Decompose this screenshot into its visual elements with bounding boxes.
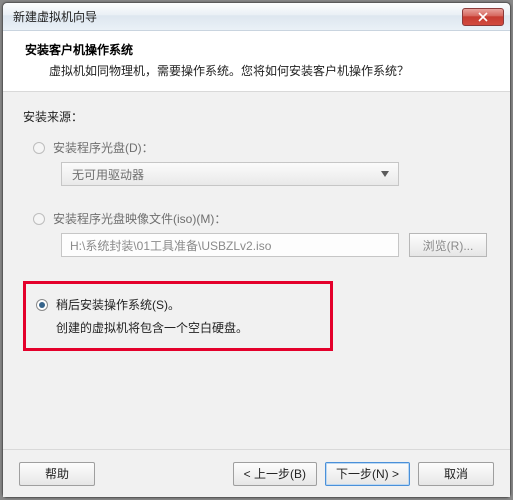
chevron-down-icon (381, 171, 389, 177)
option-later-note: 创建的虚拟机将包含一个空白硬盘。 (56, 319, 312, 336)
close-button[interactable] (462, 8, 504, 26)
browse-button[interactable]: 浏览(R)... (409, 233, 487, 257)
option-disc-label: 安装程序光盘(D)： (53, 139, 154, 156)
back-button[interactable]: < 上一步(B) (233, 462, 317, 486)
highlight-box: 稍后安装操作系统(S)。 创建的虚拟机将包含一个空白硬盘。 (23, 281, 333, 351)
option-iso[interactable]: 安装程序光盘映像文件(iso)(M)： (33, 210, 490, 227)
header-title: 安装客户机操作系统 (25, 41, 492, 58)
cancel-button[interactable]: 取消 (418, 462, 494, 486)
option-iso-label: 安装程序光盘映像文件(iso)(M)： (53, 210, 226, 227)
disc-drive-combo[interactable]: 无可用驱动器 (61, 162, 399, 186)
wizard-content: 安装来源： 安装程序光盘(D)： 无可用驱动器 安装程序光盘映像文件(iso)(… (3, 92, 510, 449)
close-icon (478, 12, 488, 22)
option-later[interactable]: 稍后安装操作系统(S)。 (36, 296, 312, 313)
combo-arrow[interactable] (376, 165, 394, 183)
iso-path-value: H:\系统封装\01工具准备\USBZLv2.iso (70, 237, 271, 254)
radio-iso[interactable] (33, 213, 45, 225)
iso-path-input[interactable]: H:\系统封装\01工具准备\USBZLv2.iso (61, 233, 399, 257)
radio-disc[interactable] (33, 142, 45, 154)
source-label: 安装来源： (23, 108, 490, 125)
option-later-label: 稍后安装操作系统(S)。 (56, 296, 180, 313)
option-disc[interactable]: 安装程序光盘(D)： (33, 139, 490, 156)
next-button[interactable]: 下一步(N) > (325, 462, 410, 486)
wizard-window: 新建虚拟机向导 安装客户机操作系统 虚拟机如同物理机，需要操作系统。您将如何安装… (2, 2, 511, 498)
wizard-footer: 帮助 < 上一步(B) 下一步(N) > 取消 (3, 449, 510, 497)
radio-later[interactable] (36, 299, 48, 311)
titlebar: 新建虚拟机向导 (3, 3, 510, 31)
help-button[interactable]: 帮助 (19, 462, 95, 486)
window-title: 新建虚拟机向导 (13, 8, 462, 25)
header-subtitle: 虚拟机如同物理机，需要操作系统。您将如何安装客户机操作系统？ (49, 62, 492, 79)
iso-row: H:\系统封装\01工具准备\USBZLv2.iso 浏览(R)... (61, 233, 490, 257)
disc-drive-value: 无可用驱动器 (72, 166, 376, 183)
wizard-header: 安装客户机操作系统 虚拟机如同物理机，需要操作系统。您将如何安装客户机操作系统？ (3, 31, 510, 92)
